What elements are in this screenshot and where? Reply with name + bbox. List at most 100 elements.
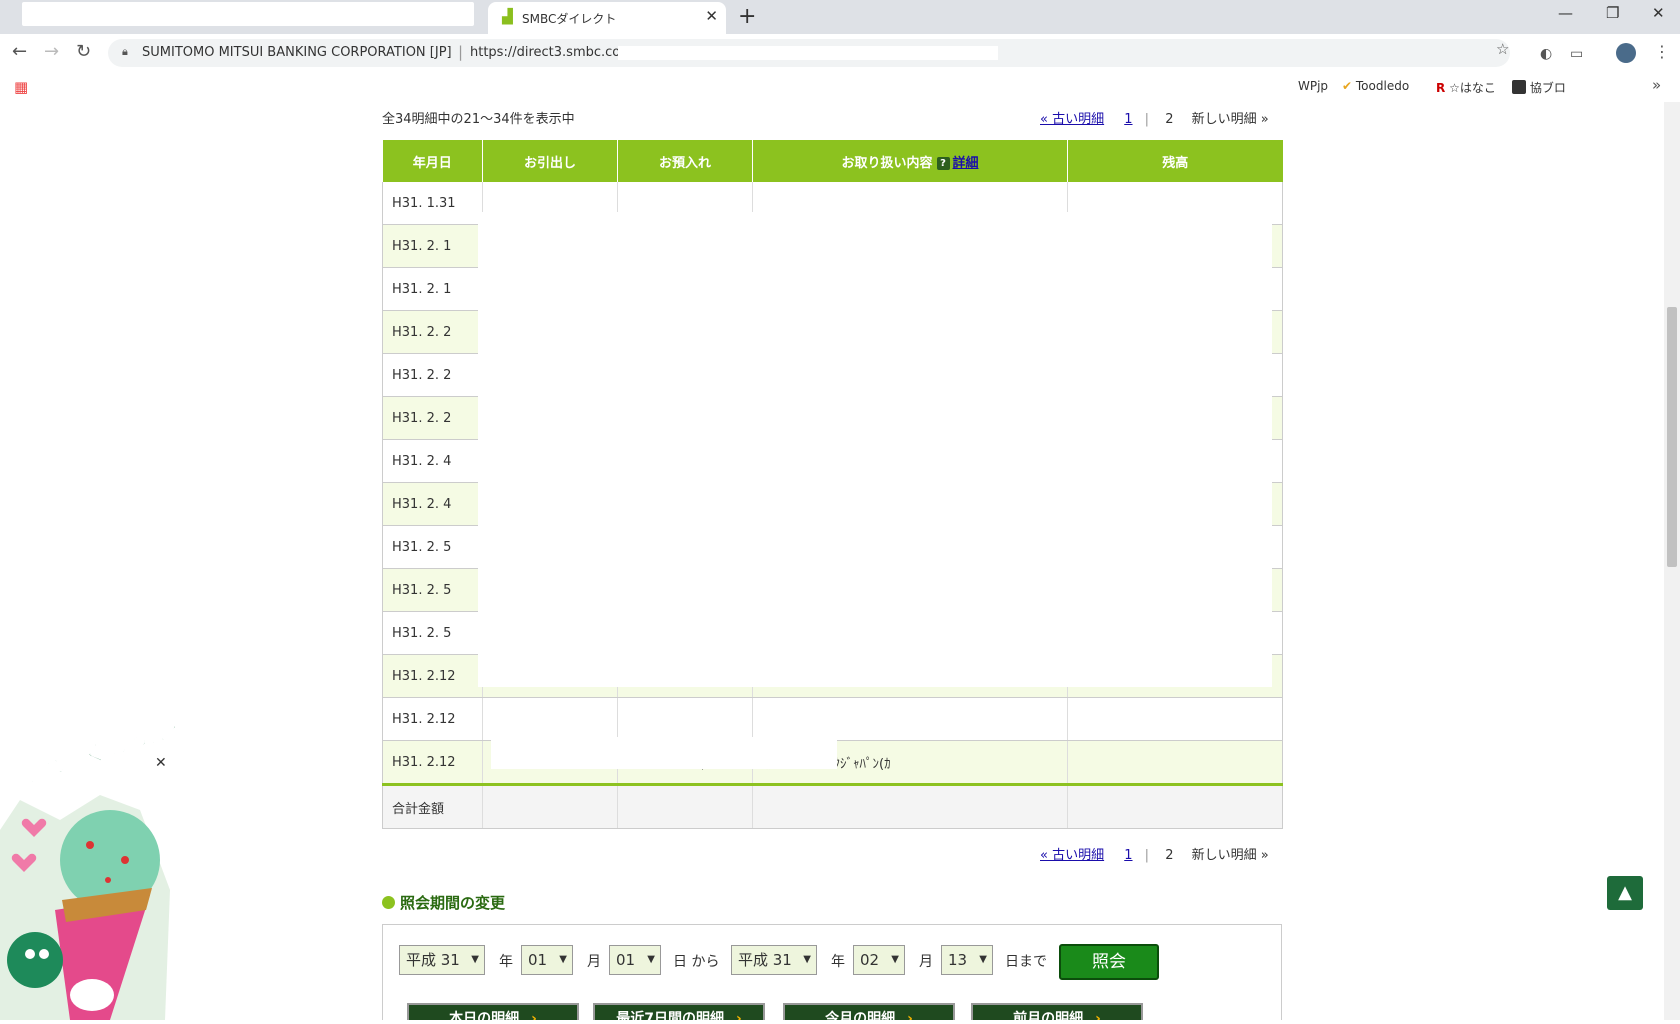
button-label: 最近7日間の明細 bbox=[616, 1011, 724, 1020]
bookmark-wpjp[interactable]: WPjp bbox=[1298, 79, 1328, 93]
window-extension-icon[interactable]: ▭ bbox=[1570, 46, 1583, 62]
dropdown-arrow-icon: ▼ bbox=[891, 954, 899, 965]
address-bar[interactable]: 🔒︎ SUMITOMO MITSUI BANKING CORPORATION [… bbox=[108, 39, 1510, 67]
new-tab-icon[interactable]: + bbox=[738, 4, 756, 30]
page-top-button[interactable]: ▲ bbox=[1607, 876, 1643, 910]
cell-date: H31. 2.12 bbox=[382, 654, 483, 698]
to-day-select[interactable]: 13 ▼ bbox=[941, 945, 993, 975]
from-month-select[interactable]: 01 ▼ bbox=[521, 945, 573, 975]
from-day-select[interactable]: 01 ▼ bbox=[609, 945, 661, 975]
chevron-right-icon: › bbox=[735, 1011, 742, 1020]
older-link[interactable]: « 古い明細 bbox=[1040, 112, 1104, 127]
result-count: 全34明細中の21〜34件を表示中 bbox=[382, 112, 575, 127]
this-month-button[interactable]: 今月の明細 › bbox=[783, 1003, 955, 1020]
to-era-select[interactable]: 平成 31 ▼ bbox=[731, 945, 817, 975]
menu-icon[interactable]: ⋮ bbox=[1654, 42, 1670, 61]
minimize-icon[interactable]: — bbox=[1558, 4, 1573, 22]
select-value: 平成 31 bbox=[406, 951, 460, 969]
scrollbar-thumb[interactable] bbox=[1667, 307, 1677, 567]
reload-icon[interactable]: ↻ bbox=[76, 42, 91, 62]
last-7-days-button[interactable]: 最近7日間の明細 › bbox=[593, 1003, 765, 1020]
profile-avatar[interactable] bbox=[1616, 43, 1636, 63]
bookmark-kyoburo[interactable]: 協ブロ bbox=[1512, 79, 1566, 96]
vertical-scrollbar[interactable] bbox=[1664, 102, 1680, 1020]
inquiry-button[interactable]: 照会 bbox=[1059, 944, 1159, 980]
from-era-select[interactable]: 平成 31 ▼ bbox=[399, 945, 485, 975]
chevron-right-icon: › bbox=[1095, 1011, 1101, 1020]
close-tab-icon[interactable]: ✕ bbox=[705, 7, 718, 25]
dropdown-arrow-icon: ▼ bbox=[559, 954, 567, 965]
cell-deposit bbox=[617, 697, 753, 741]
cell-date: H31. 2. 5 bbox=[382, 611, 483, 655]
pager-separator: | bbox=[1144, 112, 1150, 127]
table-header-row: 年月日 お引出し お預入れ お取り扱い内容? 詳細 残高 bbox=[382, 140, 1283, 182]
current-page: 2 bbox=[1165, 848, 1174, 863]
today-button[interactable]: 本日の明細 › bbox=[407, 1003, 579, 1020]
last-month-button[interactable]: 前月の明細 › bbox=[971, 1003, 1143, 1020]
browser-tab-active[interactable]: ▟ SMBCダイレクト ✕ bbox=[488, 2, 726, 34]
from-year-label: 年 bbox=[499, 954, 513, 970]
header-date: 年月日 bbox=[382, 140, 483, 182]
cell-date: H31. 2. 2 bbox=[382, 396, 483, 440]
select-value: 13 bbox=[948, 951, 968, 969]
bookmark-toodledo[interactable]: ✔ Toodledo bbox=[1342, 79, 1409, 93]
cell-date: H31. 1.31 bbox=[382, 182, 483, 225]
bookmark-hanako[interactable]: R ☆はなこ bbox=[1436, 79, 1496, 96]
older-link[interactable]: « 古い明細 bbox=[1040, 848, 1104, 863]
total-deposit bbox=[617, 784, 753, 829]
dark-mode-extension-icon[interactable]: ◐ bbox=[1540, 46, 1552, 62]
promo-close-icon[interactable]: ✕ bbox=[155, 755, 167, 771]
ice-cream-illustration: もれなくもらえる! bbox=[0, 709, 203, 1020]
newer-text[interactable]: 新しい明細 » bbox=[1192, 112, 1269, 127]
chevron-right-icon: › bbox=[531, 1011, 537, 1020]
select-value: 01 bbox=[528, 951, 548, 969]
cell-date: H31. 2. 5 bbox=[382, 525, 483, 569]
select-value: 02 bbox=[860, 951, 880, 969]
lock-icon[interactable]: 🔒︎ bbox=[122, 45, 132, 59]
apps-grid-icon[interactable]: ▦ bbox=[14, 78, 28, 96]
bookmark-label: 協ブロ bbox=[1529, 81, 1566, 95]
cell-date: H31. 2. 4 bbox=[382, 439, 483, 483]
dropdown-arrow-icon: ▼ bbox=[979, 954, 987, 965]
cell-balance bbox=[1067, 740, 1283, 786]
bookmarks-bar: ▦ WPjp ✔ Toodledo R ☆はなこ 協ブロ » bbox=[0, 72, 1680, 103]
promo-text: もれなくもらえる! bbox=[18, 710, 175, 791]
bookmark-label: Toodledo bbox=[1355, 79, 1410, 93]
total-description bbox=[752, 784, 1068, 829]
page-1-link[interactable]: 1 bbox=[1124, 848, 1132, 863]
pager-bottom: « 古い明細 1 | 2 新しい明細 » bbox=[1040, 844, 1269, 863]
current-page: 2 bbox=[1165, 112, 1174, 127]
cell-date: H31. 2. 5 bbox=[382, 568, 483, 612]
cell-date: H31. 2. 1 bbox=[382, 224, 483, 268]
to-month-label: 月 bbox=[919, 954, 933, 970]
tab-bar: ▟ SMBCダイレクト ✕ + — ❐ ✕ bbox=[0, 0, 1680, 34]
newer-text[interactable]: 新しい明細 » bbox=[1192, 848, 1269, 863]
promo-banner[interactable]: もれなくもらえる! bbox=[0, 709, 203, 1020]
url-text[interactable]: https://direct3.smbc.co.jp bbox=[470, 45, 636, 60]
header-withdrawal: お引出し bbox=[482, 140, 618, 182]
restore-icon[interactable]: ❐ bbox=[1606, 4, 1619, 22]
help-icon[interactable]: ? bbox=[936, 156, 950, 170]
kyoburo-icon bbox=[1512, 80, 1526, 94]
browser-tab-inactive[interactable] bbox=[22, 2, 474, 26]
bookmarks-overflow-icon[interactable]: » bbox=[1652, 76, 1661, 94]
total-balance bbox=[1067, 784, 1283, 829]
button-label: 本日の明細 bbox=[449, 1011, 520, 1020]
redaction-mask bbox=[1147, 705, 1277, 727]
bookmark-label: ☆はなこ bbox=[1449, 81, 1496, 95]
select-value: 平成 31 bbox=[738, 951, 792, 969]
forward-icon[interactable]: → bbox=[44, 42, 59, 62]
from-day-label: 日 から bbox=[673, 954, 720, 970]
to-month-select[interactable]: 02 ▼ bbox=[853, 945, 905, 975]
rakuten-icon: R bbox=[1436, 81, 1446, 95]
header-balance: 残高 bbox=[1067, 140, 1283, 182]
detail-link[interactable]: 詳細 bbox=[953, 156, 979, 171]
cell-date: H31. 2.12 bbox=[382, 697, 483, 741]
page-1-link[interactable]: 1 bbox=[1124, 112, 1132, 127]
bookmark-star-icon[interactable]: ☆ bbox=[1496, 40, 1509, 58]
total-label: 合計金額 bbox=[382, 784, 483, 829]
window-close-icon[interactable]: ✕ bbox=[1652, 4, 1665, 22]
back-icon[interactable]: ← bbox=[12, 42, 27, 62]
cell-date: H31. 2. 2 bbox=[382, 353, 483, 397]
button-label: 前月の明細 bbox=[1013, 1011, 1084, 1020]
